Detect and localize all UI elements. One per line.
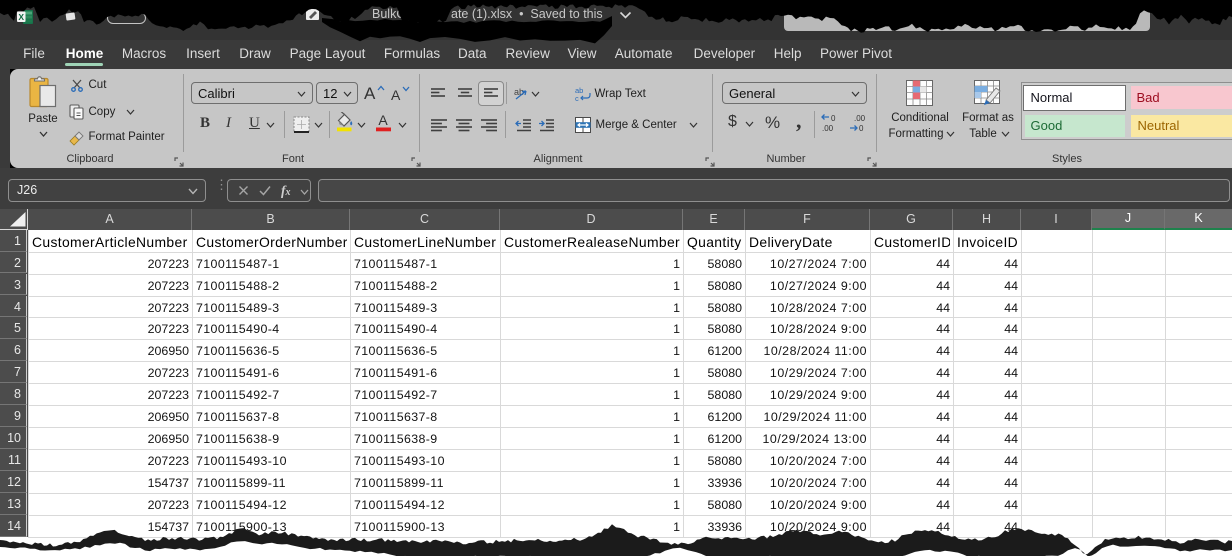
svg-text:X: X	[18, 12, 24, 22]
svg-text:0: 0	[859, 124, 864, 133]
svg-text:.00: .00	[822, 124, 834, 133]
svg-text:.00: .00	[854, 114, 866, 123]
svg-text:c: c	[575, 94, 579, 102]
svg-text:0: 0	[831, 114, 836, 123]
svg-text:A: A	[378, 113, 388, 128]
